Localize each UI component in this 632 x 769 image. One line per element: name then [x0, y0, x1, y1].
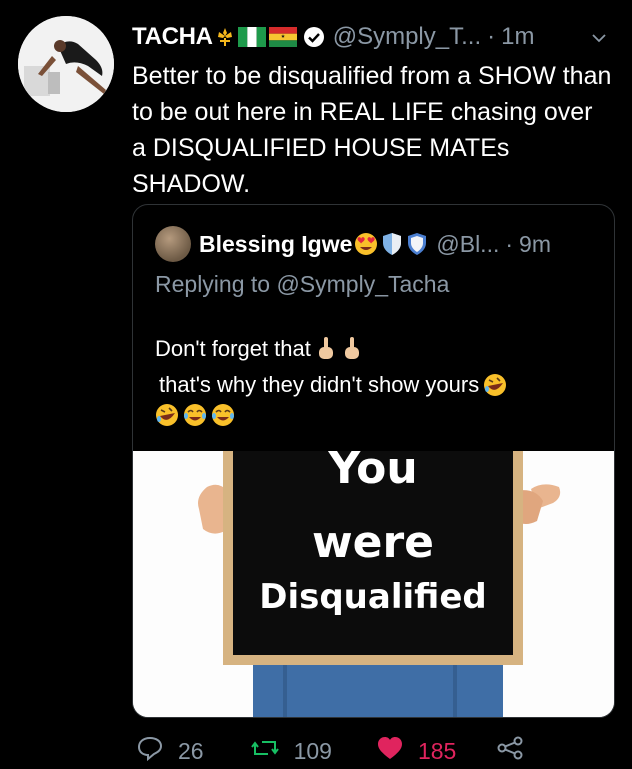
quoted-author-avatar[interactable] [155, 226, 191, 262]
retweet-icon [250, 736, 280, 766]
quoted-tweet-card[interactable]: Blessing Igwe @Bl... · 9m Replying to @S… [132, 204, 615, 718]
heart-icon [376, 735, 404, 767]
name-emoji-group [215, 27, 297, 47]
quoted-author-display-name[interactable]: Blessing Igwe [199, 231, 352, 258]
fleur-de-lis-icon [217, 28, 232, 46]
like-count: 185 [417, 737, 457, 764]
author-display-name[interactable]: TACHA [132, 23, 213, 51]
sign-line-3: Disqualified [259, 577, 487, 617]
chevron-down-icon[interactable] [590, 26, 608, 54]
retweet-button[interactable]: 109 [250, 736, 332, 766]
share-icon [496, 736, 524, 766]
rolling-laugh-emoji-icon [483, 373, 507, 397]
retweet-count: 109 [293, 737, 332, 764]
quoted-text-line-1: Don't forget that [155, 336, 311, 361]
quoted-text-line: that's why they didn't show yours [155, 367, 595, 403]
quoted-tweet-timestamp[interactable]: 9m [519, 231, 551, 258]
quoted-tweet-image[interactable]: You were Disqualified [133, 451, 614, 717]
separator-dot: · [487, 23, 496, 50]
blue-shield-icon [383, 233, 402, 255]
quoted-author-handle[interactable]: @Bl... [436, 231, 499, 258]
reply-icon [136, 735, 164, 767]
sign-line-2: were [311, 517, 435, 568]
tweet-action-bar: 26 109 185 [132, 734, 552, 768]
tweet-header: TACHA @Symply_T... · 1m [132, 22, 612, 52]
rolling-laugh-emoji-icon [155, 403, 179, 427]
tears-of-joy-emoji-icon [211, 403, 235, 427]
separator-dot: · [505, 230, 514, 257]
quoted-emoji-line [155, 403, 595, 427]
middle-finger-emoji-icon [315, 336, 337, 362]
sign-line-1: You [328, 451, 418, 494]
author-handle[interactable]: @Symply_T... [333, 23, 481, 51]
blue-shield-icon [408, 233, 427, 255]
replying-to-label[interactable]: Replying to @Symply_Tacha [155, 271, 449, 298]
quoted-text-line-2: that's why they didn't show yours [159, 372, 480, 397]
reply-count: 26 [178, 737, 204, 764]
tweet-text: Better to be disqualified from a SHOW th… [132, 62, 612, 198]
ghana-flag-icon [268, 27, 297, 47]
tweet-timestamp[interactable]: 1m [501, 23, 534, 51]
like-button[interactable]: 185 [376, 735, 456, 767]
nigeria-flag-icon [237, 27, 266, 47]
verified-badge-icon [303, 26, 325, 48]
middle-finger-emoji-icon [341, 336, 363, 362]
share-button[interactable] [496, 736, 524, 766]
quoted-tweet-header: Blessing Igwe @Bl... · 9m [155, 226, 551, 262]
reply-button[interactable]: 26 [136, 735, 204, 767]
tears-of-joy-emoji-icon [183, 403, 207, 427]
quoted-tweet-text: Don't forget that that's why they didn't… [155, 331, 595, 427]
quoted-name-emoji-group [354, 232, 428, 256]
quoted-text-line: Don't forget that [155, 331, 595, 367]
author-avatar[interactable] [18, 16, 114, 112]
heart-eyes-emoji-icon [355, 233, 378, 255]
